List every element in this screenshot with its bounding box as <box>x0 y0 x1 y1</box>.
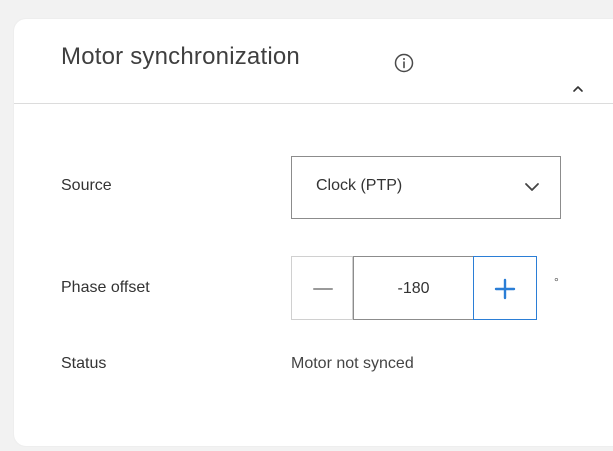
source-selected-value: Clock (PTP) <box>316 177 403 194</box>
plus-icon <box>494 278 516 300</box>
panel-title: Motor synchronization <box>61 43 300 70</box>
phase-offset-value[interactable]: -180 <box>353 256 473 320</box>
decrement-button[interactable] <box>291 256 353 320</box>
source-label: Source <box>61 177 112 194</box>
chevron-down-icon <box>525 183 539 191</box>
phase-offset-label: Phase offset <box>61 279 150 296</box>
info-circle-icon[interactable] <box>394 53 414 73</box>
minus-icon <box>313 288 333 290</box>
motor-sync-panel: Motor synchronization Source Clock (PTP)… <box>14 19 613 446</box>
status-label: Status <box>61 355 107 372</box>
panel-header[interactable]: Motor synchronization <box>14 19 613 104</box>
phase-offset-unit: ° <box>554 275 559 289</box>
source-select[interactable]: Clock (PTP) <box>291 156 561 219</box>
status-value: Motor not synced <box>291 355 414 372</box>
phase-offset-stepper: -180 <box>291 256 537 320</box>
increment-button[interactable] <box>473 256 537 320</box>
chevron-up-icon[interactable] <box>571 82 585 96</box>
